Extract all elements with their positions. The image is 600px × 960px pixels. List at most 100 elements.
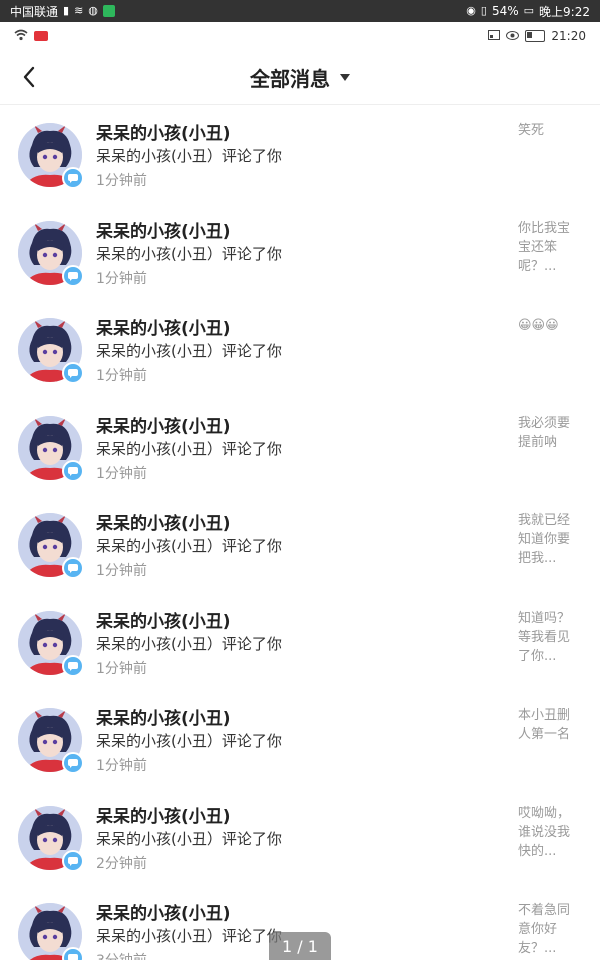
avatar-wrap[interactable] (18, 220, 84, 287)
wifi-icon (14, 29, 28, 44)
battery-percent: 54% (491, 4, 519, 18)
battery-icon (525, 30, 546, 42)
comment-icon (68, 174, 78, 183)
status-time: 晚上9:22 (539, 4, 590, 19)
notification-row[interactable]: 呆呆的小孩(小丑) 呆呆的小孩(小丑）评论了你 1分钟前 知道吗？等我看见了你.… (0, 593, 600, 691)
page-indicator[interactable]: 1 / 1 (269, 932, 331, 960)
comment-preview[interactable]: 我就已经知道你要把我... (518, 511, 578, 568)
comment-preview[interactable]: 😀😀😀 (518, 316, 578, 335)
eye-icon (506, 29, 520, 43)
notification-row[interactable]: 呆呆的小孩(小丑) 呆呆的小孩(小丑）评论了你 2分钟前 哎呦呦，谁说没我快的.… (0, 788, 600, 886)
sender-name[interactable]: 呆呆的小孩(小丑) (96, 899, 231, 924)
sender-name[interactable]: 呆呆的小孩(小丑) (96, 704, 231, 729)
comment-badge (62, 752, 84, 774)
comment-preview[interactable]: 不着急同意你好友？... (518, 901, 578, 958)
inner-status-right: 21:20 (488, 29, 586, 43)
avatar-wrap[interactable] (18, 610, 84, 677)
notification-text: 呆呆的小孩(小丑）评论了你 (96, 732, 282, 750)
chat-icon: ◍ (88, 4, 98, 17)
notification-chip-icon (34, 31, 48, 41)
avatar-wrap[interactable] (18, 513, 84, 579)
inner-status-bar: 21:20 (0, 22, 600, 50)
sender-name[interactable]: 呆呆的小孩(小丑) (96, 314, 231, 339)
sender-name[interactable]: 呆呆的小孩(小丑) (96, 412, 231, 437)
signal-icon: ▮ (63, 4, 70, 17)
notification-row[interactable]: 呆呆的小孩(小丑) 呆呆的小孩(小丑）评论了你 1分钟前 你比我宝宝还笨呢？..… (0, 203, 600, 301)
sender-name[interactable]: 呆呆的小孩(小丑) (96, 217, 231, 242)
status-right: ◉ ▯ 54% ▭ 晚上9:22 (466, 3, 590, 20)
notification-text: 呆呆的小孩(小丑）评论了你 (96, 634, 282, 653)
avatar-wrap[interactable] (18, 805, 84, 872)
comment-badge (62, 264, 84, 287)
comment-icon (68, 271, 78, 281)
notification-time: 1分钟前 (96, 758, 147, 774)
sender-name[interactable]: 呆呆的小孩(小丑) (96, 509, 231, 534)
avatar-wrap[interactable] (18, 415, 84, 482)
notification-text: 呆呆的小孩(小丑）评论了你 (96, 439, 282, 458)
notification-time: 1分钟前 (96, 660, 147, 677)
avatar-wrap[interactable] (18, 123, 84, 189)
comment-icon (68, 759, 78, 768)
notification-time: 1分钟前 (96, 465, 147, 482)
sender-name[interactable]: 呆呆的小孩(小丑) (96, 607, 231, 632)
notification-time: 1分钟前 (96, 368, 147, 384)
message-filter-dropdown[interactable]: 全部消息 (0, 50, 600, 105)
notification-row[interactable]: 呆呆的小孩(小丑) 呆呆的小孩(小丑）评论了你 1分钟前 😀😀😀 (0, 300, 600, 398)
notification-text: 呆呆的小孩(小丑）评论了你 (96, 927, 282, 945)
battery-icon: ▭ (523, 4, 535, 17)
comment-badge (62, 362, 84, 384)
notification-time: 1分钟前 (96, 270, 147, 287)
inner-time: 21:20 (551, 29, 586, 43)
notification-text: 呆呆的小孩(小丑）评论了你 (96, 537, 282, 555)
notification-list: 呆呆的小孩(小丑) 呆呆的小孩(小丑）评论了你 1分钟前 笑死 呆呆的小孩(小丑… (0, 105, 600, 960)
notification-row[interactable]: 呆呆的小孩(小丑) 呆呆的小孩(小丑）评论了你 1分钟前 本小丑删人第一名 (0, 690, 600, 788)
comment-icon (68, 856, 78, 866)
comment-badge (62, 167, 84, 189)
notification-time: 1分钟前 (96, 173, 147, 189)
app-badge-icon (102, 5, 115, 17)
comment-icon (68, 954, 78, 960)
eye-icon: ◉ (466, 4, 476, 17)
sender-name[interactable]: 呆呆的小孩(小丑) (96, 802, 231, 827)
avatar-wrap[interactable] (18, 318, 84, 384)
comment-badge (62, 849, 84, 872)
header: 全部消息 (0, 50, 600, 105)
avatar-wrap[interactable] (18, 903, 84, 960)
notification-time: 1分钟前 (96, 563, 147, 579)
comment-icon (68, 466, 78, 476)
comment-badge (62, 947, 84, 960)
comment-preview[interactable]: 哎呦呦，谁说没我快的... (518, 804, 578, 861)
notification-time: 2分钟前 (96, 855, 147, 872)
comment-badge (62, 654, 84, 677)
comment-preview[interactable]: 本小丑删人第一名 (518, 706, 578, 744)
comment-icon (68, 369, 78, 378)
page-title: 全部消息 (250, 67, 330, 91)
comment-preview[interactable]: 笑死 (518, 121, 578, 140)
comment-badge (62, 459, 84, 482)
cast-icon (488, 29, 501, 43)
comment-preview[interactable]: 你比我宝宝还笨呢？... (518, 219, 578, 276)
comment-icon (68, 661, 78, 671)
caret-down-icon (340, 74, 350, 81)
screen: 中国联通 ▮ ≋ ◍ ◉ ▯ 54% ▭ 晚上9:22 21:20 全部消息 呆… (0, 0, 600, 960)
status-left: 中国联通 ▮ ≋ ◍ (10, 3, 115, 20)
notification-text: 呆呆的小孩(小丑）评论了你 (96, 147, 282, 165)
notification-row[interactable]: 呆呆的小孩(小丑) 呆呆的小孩(小丑）评论了你 1分钟前 笑死 (0, 105, 600, 203)
notification-time: 3分钟前 (96, 950, 147, 960)
carrier-label: 中国联通 (10, 4, 59, 19)
comment-preview[interactable]: 我必须要提前呐 (518, 414, 578, 452)
notification-text: 呆呆的小孩(小丑）评论了你 (96, 829, 282, 848)
comment-icon (68, 564, 78, 573)
inner-status-left (14, 29, 48, 44)
notification-row[interactable]: 呆呆的小孩(小丑) 呆呆的小孩(小丑）评论了你 1分钟前 我必须要提前呐 (0, 398, 600, 496)
comment-badge (62, 557, 84, 579)
notification-row[interactable]: 呆呆的小孩(小丑) 呆呆的小孩(小丑）评论了你 1分钟前 我就已经知道你要把我.… (0, 495, 600, 593)
comment-preview[interactable]: 知道吗？等我看见了你... (518, 609, 578, 666)
sender-name[interactable]: 呆呆的小孩(小丑) (96, 119, 231, 144)
wifi-icon: ≋ (74, 4, 84, 17)
notification-text: 呆呆的小孩(小丑）评论了你 (96, 244, 282, 263)
system-status-bar: 中国联通 ▮ ≋ ◍ ◉ ▯ 54% ▭ 晚上9:22 (0, 0, 600, 22)
avatar-wrap[interactable] (18, 708, 84, 774)
vibrate-icon: ▯ (480, 4, 487, 17)
notification-text: 呆呆的小孩(小丑）评论了你 (96, 342, 282, 360)
